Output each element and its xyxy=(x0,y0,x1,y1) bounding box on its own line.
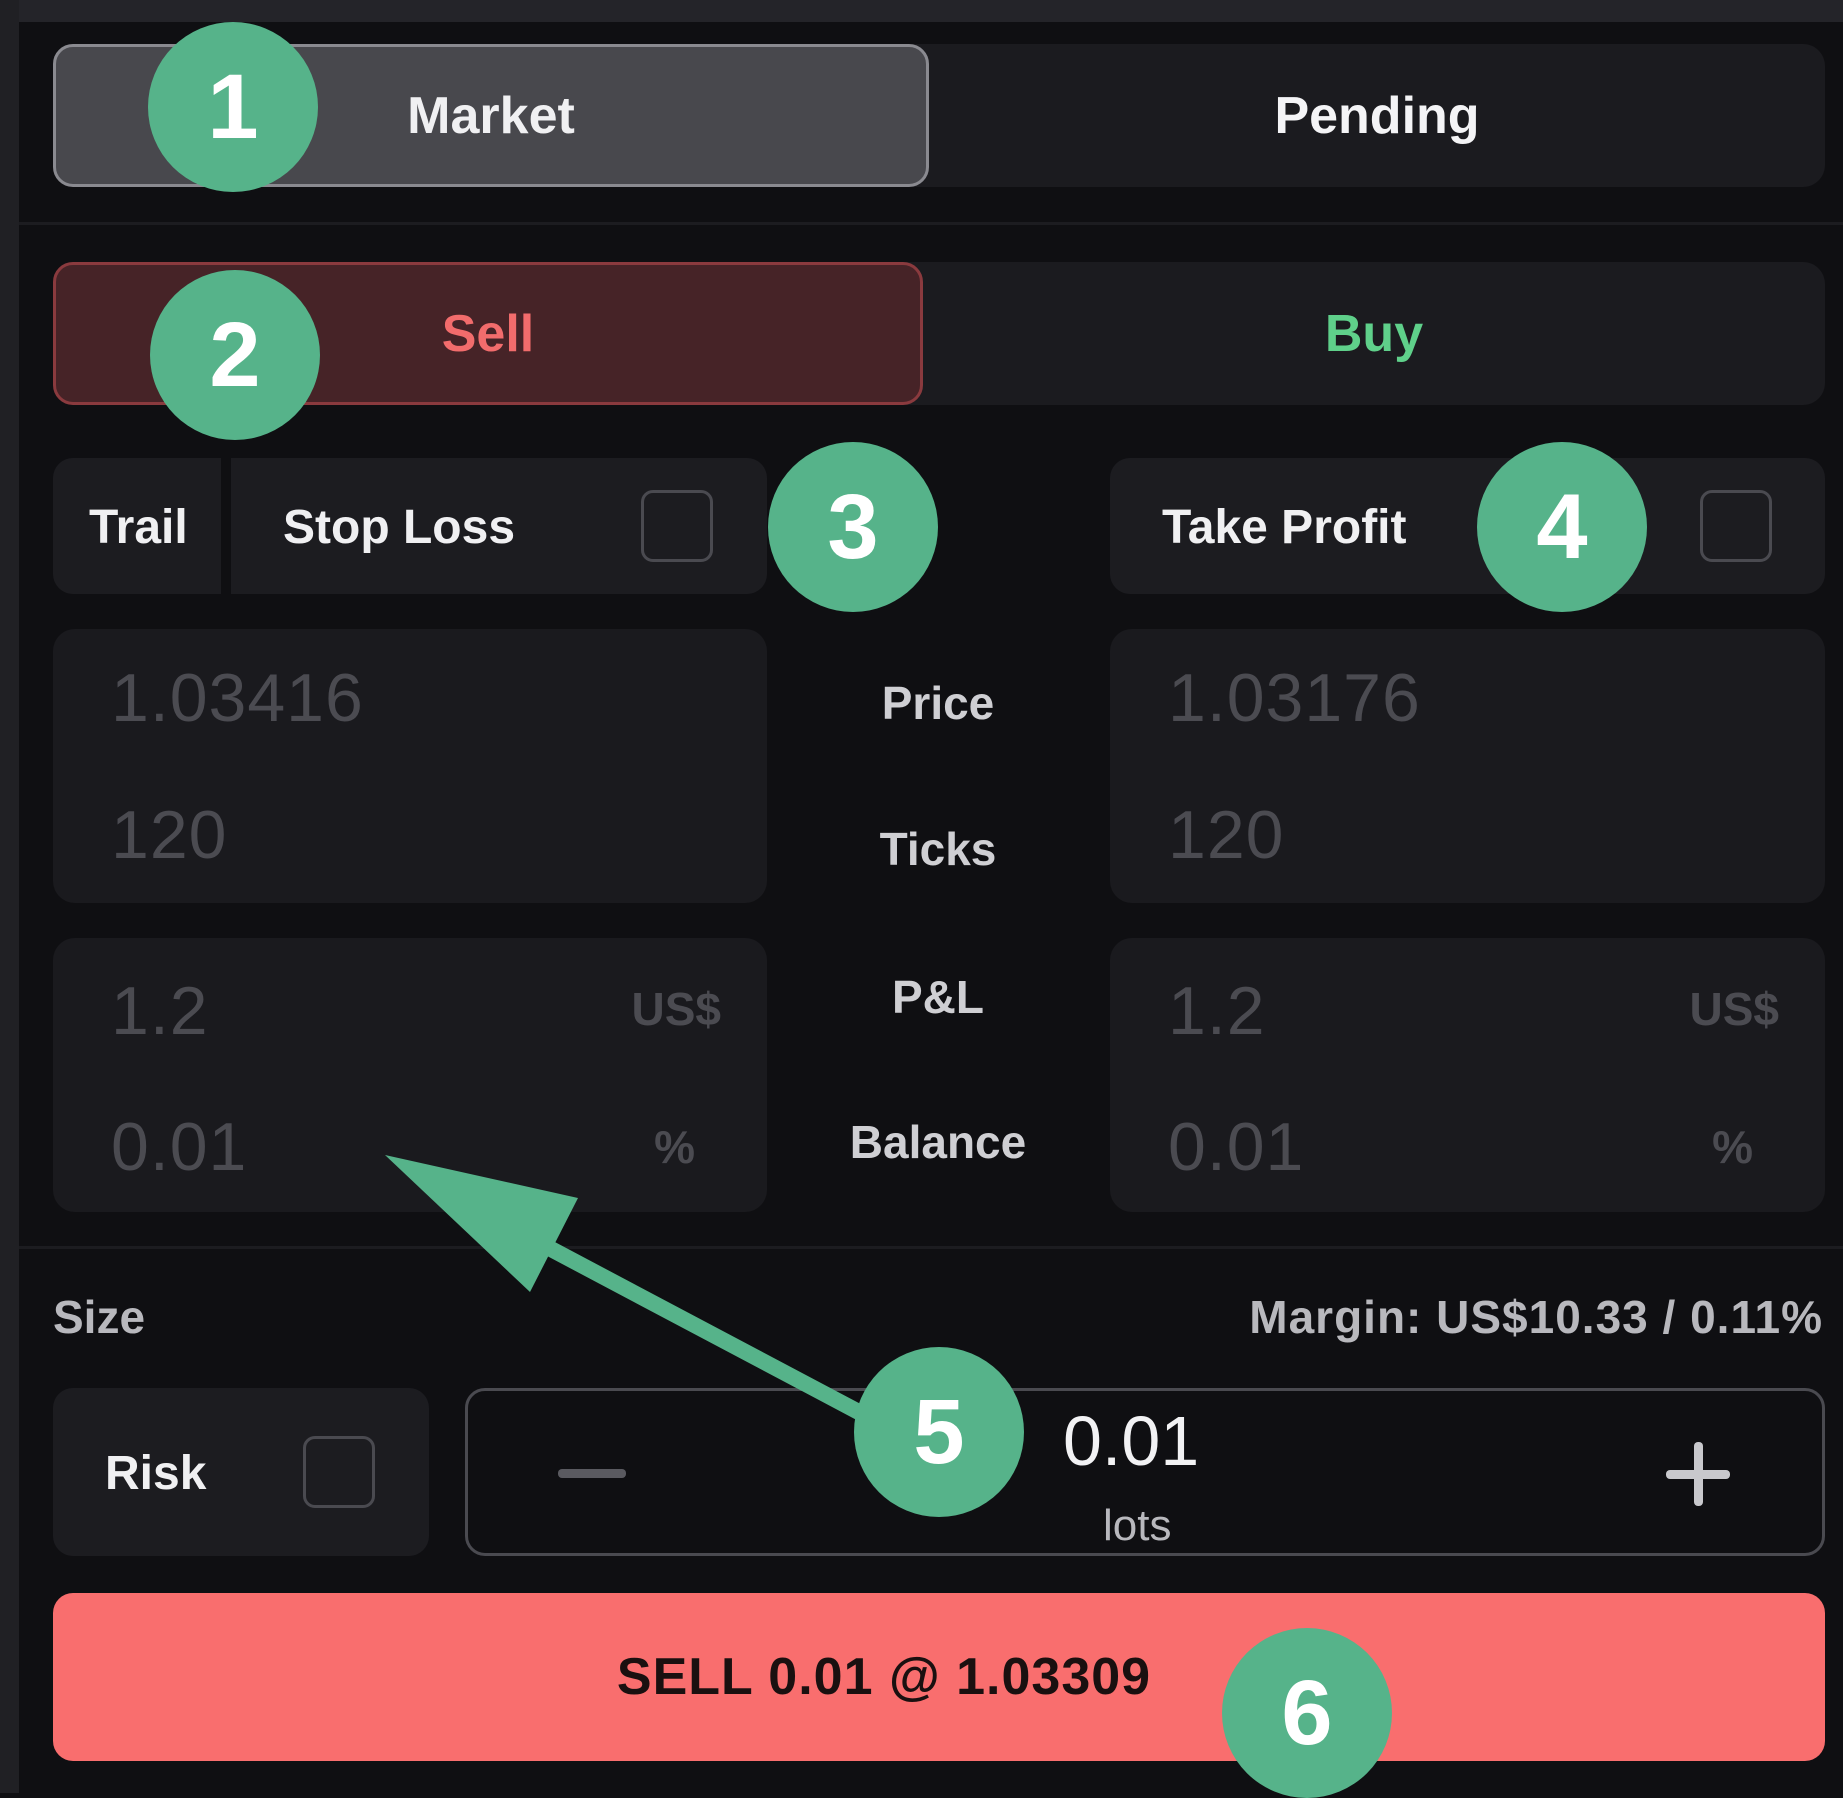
annotation-badge-4: 4 xyxy=(1477,442,1647,612)
annotation-badge-2: 2 xyxy=(150,270,320,440)
badge-5-label: 5 xyxy=(913,1380,965,1483)
badge-4-label: 4 xyxy=(1536,475,1588,578)
annotation-badge-6: 6 xyxy=(1222,1628,1392,1798)
annotation-arrow-icon xyxy=(385,1155,878,1426)
annotation-badge-3: 3 xyxy=(768,442,938,612)
badge-6-label: 6 xyxy=(1281,1661,1333,1764)
badge-3-label: 3 xyxy=(827,475,879,578)
annotation-badge-5: 5 xyxy=(854,1347,1024,1517)
badge-2-label: 2 xyxy=(209,303,261,406)
annotation-badge-1: 1 xyxy=(148,22,318,192)
badge-1-label: 1 xyxy=(207,55,259,158)
